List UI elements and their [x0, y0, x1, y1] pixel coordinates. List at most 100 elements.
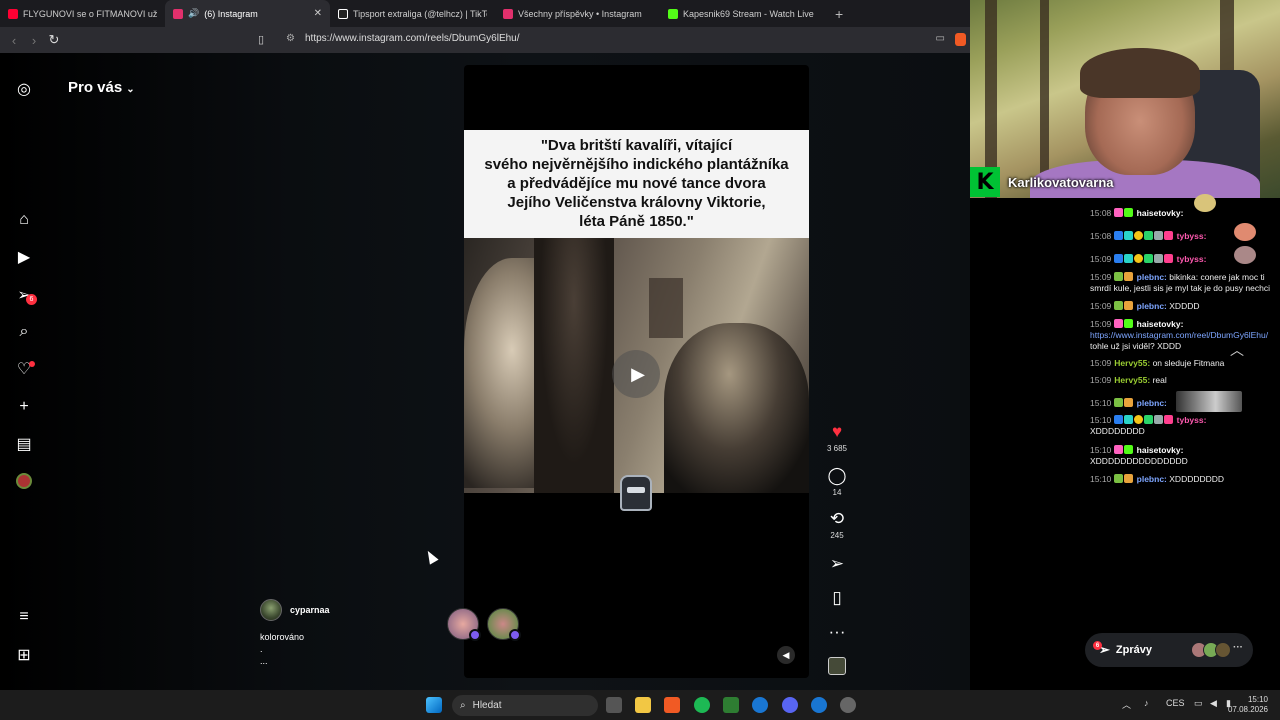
badge-icon	[1124, 474, 1134, 483]
avatar	[1215, 642, 1231, 658]
reel-author[interactable]: cyparnaa	[260, 599, 330, 621]
browser-tab[interactable]: Tipsport extraliga (@telhcz) | TikTok	[330, 0, 495, 27]
chat-user: plebnc:	[1136, 301, 1167, 311]
badge-icon	[1124, 254, 1134, 263]
spotify-icon[interactable]	[694, 697, 710, 713]
close-tab-icon[interactable]: ✕	[314, 8, 322, 19]
tab-title: Tipsport extraliga (@telhcz) | TikTok	[353, 8, 487, 19]
profile-icon[interactable]	[14, 471, 34, 491]
search-icon[interactable]: ⌕	[14, 322, 34, 342]
streamer-bar: K Karlikovatovarna	[970, 166, 1114, 198]
reels-icon[interactable]: ▶	[14, 247, 34, 267]
settings-icon[interactable]	[840, 697, 856, 713]
back-icon[interactable]: ‹	[4, 33, 24, 48]
reel-video[interactable]: "Dva britští kavalíři, vítající svého ne…	[464, 65, 809, 678]
instagram-logo-icon[interactable]: ◎	[14, 79, 34, 99]
volume-icon[interactable]: ◀	[777, 646, 795, 664]
chevron-up-icon[interactable]: ︿	[1230, 340, 1244, 360]
also-from-meta-icon[interactable]: ⊞	[14, 645, 34, 665]
chat-message: 15:09 plebnc: XDDDD	[1090, 301, 1278, 312]
reel-description[interactable]: kolorováno . ...	[260, 631, 304, 667]
author-name[interactable]: cyparnaa	[290, 605, 330, 615]
instagram-favicon-icon	[503, 8, 513, 19]
task-view-icon[interactable]	[606, 697, 622, 713]
site-settings-icon[interactable]: ⚙	[286, 33, 295, 44]
messages-button[interactable]: ➢ 6 Zprávy ···	[1085, 633, 1253, 667]
new-tab-button[interactable]: +	[825, 6, 853, 22]
chat-link[interactable]: https://www.instagram.com/reel/DbumGy6lE…	[1090, 330, 1268, 340]
instagram-page: ◎ ⌂ ▶ ➢ 6 ⌕ ♡ + ▤ ≡ ⊞ Pro vás ⌄ "Dva brit…	[0, 53, 970, 690]
brave-browser-icon[interactable]	[664, 697, 680, 713]
browser-tab-active[interactable]: 🔊 (6) Instagram ✕	[165, 0, 330, 27]
chat-time: 15:09	[1090, 272, 1112, 282]
app-icon[interactable]	[723, 697, 739, 713]
more-options-button[interactable]: ···	[822, 623, 852, 641]
volume-icon[interactable]: ◀	[1210, 698, 1217, 709]
reload-icon[interactable]: ↻	[44, 32, 64, 48]
chat-time: 15:10	[1090, 474, 1112, 484]
bookmark-icon[interactable]: ▯	[258, 33, 264, 46]
browser-tab[interactable]: FLYGUNOVI se o FITMANOVI už i ZDÁ	[0, 0, 165, 27]
brave-shields-icon[interactable]	[955, 33, 966, 46]
badge-icon	[1164, 415, 1174, 424]
badge-icon	[1154, 415, 1164, 424]
network-icon[interactable]: ▭	[1194, 698, 1203, 709]
badge-icon	[1144, 254, 1154, 263]
avatar[interactable]	[260, 599, 282, 621]
chat-text: XDDDDDDDD	[1090, 426, 1145, 436]
discord-icon[interactable]	[782, 697, 798, 713]
emote-icon	[1234, 246, 1256, 264]
avatar[interactable]	[487, 608, 521, 641]
windows-start-icon[interactable]	[426, 697, 442, 713]
more-icon: ···	[828, 622, 846, 641]
microphone-icon[interactable]: ♪	[1144, 698, 1149, 708]
repost-button[interactable]: ⟲ 245	[822, 510, 852, 541]
chat-text: XDDDDDDDDDDDDDDD	[1090, 456, 1188, 466]
file-explorer-icon[interactable]	[635, 697, 651, 713]
audio-thumbnail[interactable]	[828, 657, 846, 675]
save-button[interactable]: ▯	[822, 589, 852, 607]
chat-text: real	[1152, 375, 1167, 385]
feed-selector[interactable]: Pro vás ⌄	[68, 79, 135, 96]
chat-user: plebnc:	[1136, 272, 1167, 282]
more-icon[interactable]: ···	[1233, 642, 1243, 653]
comment-count: 14	[832, 488, 842, 497]
avatar[interactable]	[447, 608, 481, 641]
repost-count: 245	[830, 531, 844, 540]
dashboard-icon[interactable]: ▤	[14, 434, 34, 454]
chat-user: tybyss:	[1176, 254, 1207, 264]
clock[interactable]: 15:10 07.08.2026	[1228, 695, 1268, 715]
home-icon[interactable]: ⌂	[14, 210, 34, 230]
tray-chevron-icon[interactable]: ︿	[1122, 698, 1131, 711]
menu-icon[interactable]: ≡	[14, 607, 34, 627]
sub-badge-icon	[1124, 208, 1134, 217]
chat-user: haisetovky:	[1136, 208, 1184, 218]
share-button[interactable]: ➢	[822, 555, 852, 573]
sub-badge-icon	[1124, 445, 1134, 454]
play-icon[interactable]: ▶	[612, 350, 660, 398]
create-icon[interactable]: +	[14, 397, 34, 417]
comment-button[interactable]: ◯ 14	[822, 467, 852, 498]
description-line: kolorováno	[260, 632, 305, 642]
badge-icon	[1114, 254, 1124, 263]
feed-title: Pro vás	[68, 79, 123, 96]
app-icon[interactable]	[811, 697, 827, 713]
like-button[interactable]: ♥ 3 685	[822, 423, 852, 454]
browser-tab[interactable]: Všechny příspěvky • Instagram	[495, 0, 660, 27]
audio-icon[interactable]: 🔊	[188, 8, 199, 19]
url-field[interactable]: https://www.instagram.com/reels/DbumGy6l…	[305, 33, 520, 44]
cast-icon[interactable]: ▭	[936, 33, 945, 44]
chat-time: 15:10	[1090, 445, 1112, 455]
taskbar-search[interactable]: ⌕ Hledat	[452, 695, 598, 716]
badge-icon	[1114, 474, 1124, 483]
forward-icon[interactable]: ›	[24, 33, 44, 48]
photo-person	[534, 238, 614, 493]
chat-user: tybyss:	[1176, 231, 1207, 241]
ccleaner-icon[interactable]	[752, 697, 768, 713]
reel-caption-overlay: "Dva britští kavalíři, vítající svého ne…	[464, 130, 809, 238]
keyboard-language[interactable]: CES	[1166, 698, 1185, 708]
chat-message: tohle už jsi viděl? XDDD	[1090, 341, 1278, 352]
browser-tab[interactable]: Kapesnik69 Stream - Watch Live	[660, 0, 825, 27]
description-line: ...	[260, 656, 268, 666]
chat-message: 15:08 haisetovky:	[1090, 208, 1278, 219]
